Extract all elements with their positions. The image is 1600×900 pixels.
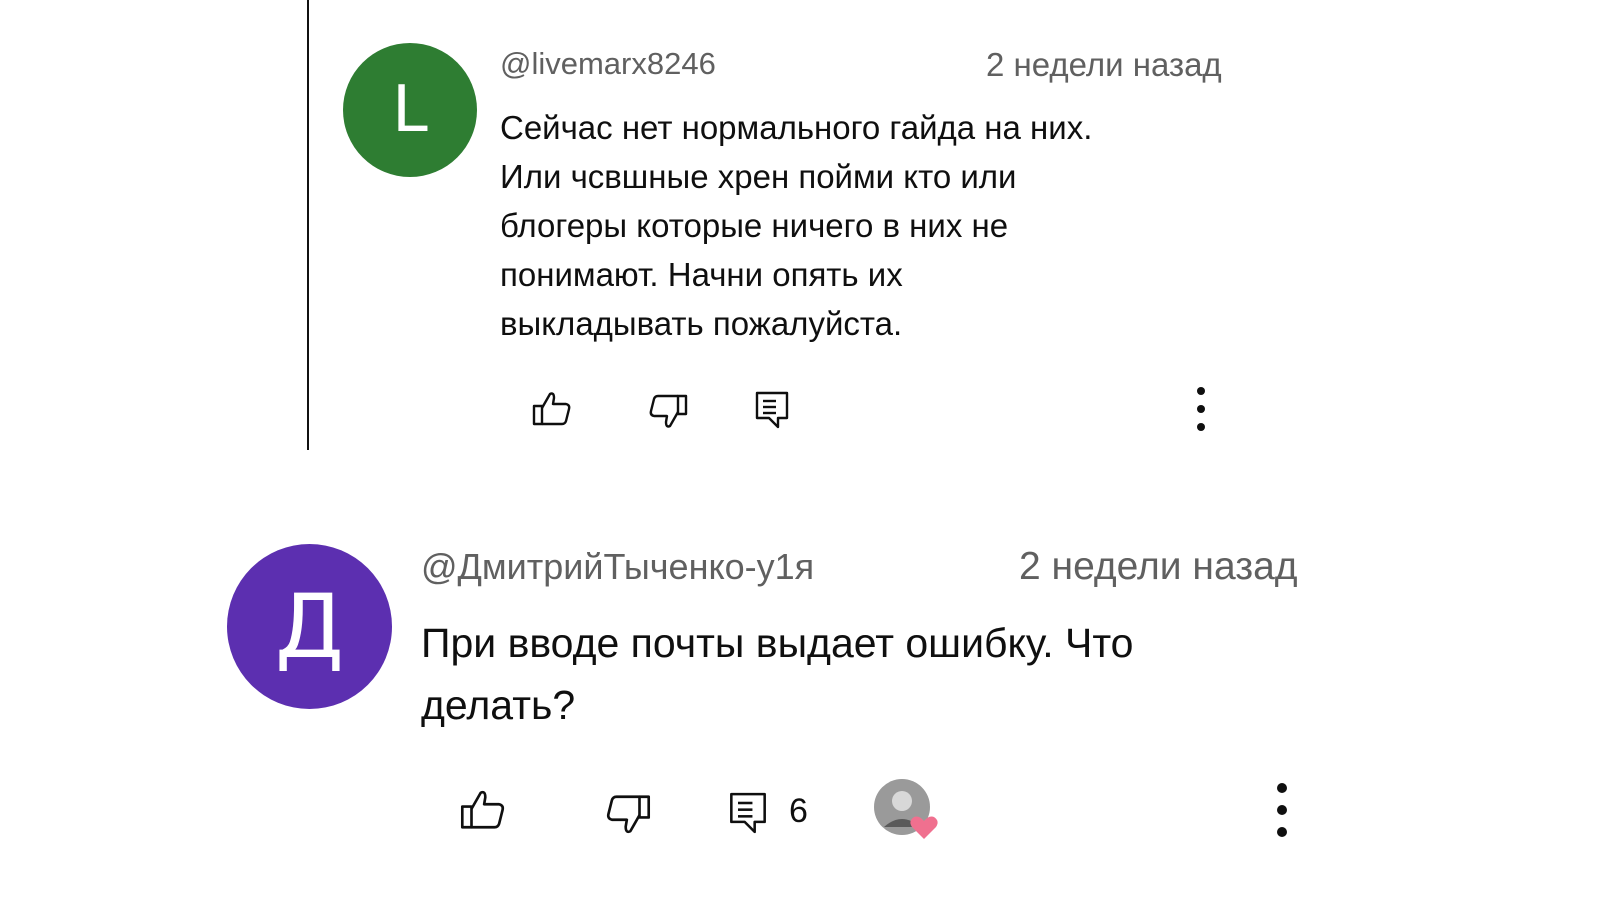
comment-timestamp[interactable]: 2 недели назад (986, 46, 1222, 84)
creator-heart-icon[interactable] (872, 777, 944, 845)
thread-divider-line (307, 0, 309, 450)
thumbs-up-icon[interactable] (458, 786, 508, 834)
reply-icon[interactable] (726, 788, 770, 838)
reply-icon[interactable] (752, 388, 792, 432)
comment-text: Сейчас нет нормального гайда на них. Или… (500, 103, 1092, 348)
comment-text: При вводе почты выдает ошибку. Что делат… (421, 612, 1133, 736)
more-vert-icon[interactable] (1191, 384, 1211, 434)
comment-text-line: блогеры которые ничего в них не (500, 207, 1009, 244)
comment-author-handle[interactable]: @ДмитрийТыченко-у1я (421, 546, 814, 588)
comment-text-line: При вводе почты выдает ошибку. Что (421, 620, 1134, 666)
avatar-letter: L (392, 73, 428, 147)
reply-count[interactable]: 6 (789, 792, 808, 831)
thumbs-down-icon[interactable] (603, 790, 653, 838)
comment-text-line: Сейчас нет нормального гайда на них. (500, 109, 1093, 146)
thumbs-down-icon[interactable] (646, 390, 690, 432)
comment-text-line: понимают. Начни опять их (500, 256, 903, 293)
comment-text-line: выкладывать пожалуйста. (500, 305, 903, 342)
avatar[interactable]: Д (227, 544, 392, 709)
thumbs-up-icon[interactable] (530, 388, 574, 430)
comment-text-line: делать? (421, 682, 576, 728)
comment-timestamp[interactable]: 2 недели назад (1019, 545, 1298, 589)
avatar-letter: Д (275, 575, 344, 678)
comment-text-line: Или чсвшные хрен пойми кто или (500, 158, 1017, 195)
avatar[interactable]: L (343, 43, 477, 177)
comment-author-handle[interactable]: @livemarx8246 (500, 46, 716, 82)
more-vert-icon[interactable] (1271, 780, 1293, 840)
